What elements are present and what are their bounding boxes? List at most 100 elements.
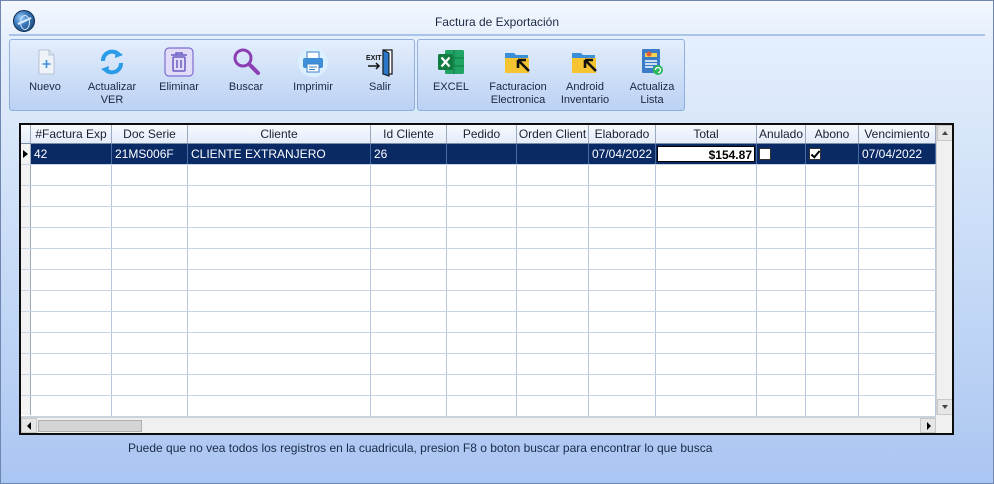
empty-cell[interactable] bbox=[371, 312, 447, 332]
empty-cell[interactable] bbox=[517, 375, 589, 395]
nuevo-button[interactable]: Nuevo bbox=[12, 44, 78, 108]
empty-cell[interactable] bbox=[447, 249, 517, 269]
col-header-pedido[interactable]: Pedido bbox=[447, 125, 517, 143]
empty-cell[interactable] bbox=[112, 354, 188, 374]
empty-cell[interactable] bbox=[112, 312, 188, 332]
cell-vencimiento[interactable]: 07/04/2022 bbox=[859, 144, 936, 164]
table-row[interactable] bbox=[31, 354, 936, 375]
col-header-total[interactable]: Total bbox=[656, 125, 757, 143]
empty-cell[interactable] bbox=[859, 186, 936, 206]
empty-cell[interactable] bbox=[656, 291, 757, 311]
empty-cell[interactable] bbox=[656, 396, 757, 416]
empty-cell[interactable] bbox=[859, 249, 936, 269]
empty-cell[interactable] bbox=[656, 354, 757, 374]
empty-cell[interactable] bbox=[517, 291, 589, 311]
scroll-up-icon[interactable] bbox=[937, 125, 952, 141]
cell-orden-client[interactable] bbox=[517, 144, 589, 164]
empty-cell[interactable] bbox=[447, 207, 517, 227]
empty-cell[interactable] bbox=[589, 291, 656, 311]
empty-cell[interactable] bbox=[859, 333, 936, 353]
empty-cell[interactable] bbox=[31, 207, 112, 227]
empty-cell[interactable] bbox=[31, 354, 112, 374]
empty-cell[interactable] bbox=[859, 270, 936, 290]
empty-cell[interactable] bbox=[859, 228, 936, 248]
total-value[interactable]: $154.87 bbox=[657, 146, 755, 162]
empty-cell[interactable] bbox=[806, 165, 859, 185]
cell-factura-exp[interactable]: 42 bbox=[31, 144, 112, 164]
empty-cell[interactable] bbox=[371, 354, 447, 374]
empty-cell[interactable] bbox=[806, 270, 859, 290]
facturacion-electronica-button[interactable]: Facturacion Electronica bbox=[485, 44, 551, 108]
empty-cell[interactable] bbox=[589, 354, 656, 374]
horizontal-scroll-thumb[interactable] bbox=[38, 420, 142, 432]
empty-cell[interactable] bbox=[806, 333, 859, 353]
empty-cell[interactable] bbox=[656, 333, 757, 353]
empty-cell[interactable] bbox=[656, 270, 757, 290]
empty-cell[interactable] bbox=[589, 165, 656, 185]
empty-cell[interactable] bbox=[757, 228, 806, 248]
cell-abono[interactable] bbox=[806, 144, 859, 164]
actualizar-ver-button[interactable]: Actualizar VER bbox=[79, 44, 145, 108]
empty-cell[interactable] bbox=[517, 396, 589, 416]
empty-cell[interactable] bbox=[371, 228, 447, 248]
empty-cell[interactable] bbox=[757, 207, 806, 227]
empty-cell[interactable] bbox=[31, 249, 112, 269]
empty-cell[interactable] bbox=[188, 249, 371, 269]
empty-cell[interactable] bbox=[589, 333, 656, 353]
empty-cell[interactable] bbox=[31, 165, 112, 185]
empty-cell[interactable] bbox=[589, 396, 656, 416]
table-row[interactable] bbox=[31, 312, 936, 333]
empty-cell[interactable] bbox=[806, 186, 859, 206]
cell-id-cliente[interactable]: 26 bbox=[371, 144, 447, 164]
empty-cell[interactable] bbox=[517, 333, 589, 353]
empty-cell[interactable] bbox=[31, 270, 112, 290]
empty-cell[interactable] bbox=[112, 228, 188, 248]
cell-total[interactable]: $154.87 bbox=[656, 144, 757, 164]
cell-elaborado[interactable]: 07/04/2022 bbox=[589, 144, 656, 164]
col-header-elaborado[interactable]: Elaborado bbox=[589, 125, 656, 143]
empty-cell[interactable] bbox=[757, 165, 806, 185]
empty-cell[interactable] bbox=[656, 207, 757, 227]
empty-cell[interactable] bbox=[31, 291, 112, 311]
empty-cell[interactable] bbox=[859, 312, 936, 332]
empty-cell[interactable] bbox=[188, 228, 371, 248]
empty-cell[interactable] bbox=[447, 396, 517, 416]
empty-cell[interactable] bbox=[31, 312, 112, 332]
table-row[interactable] bbox=[31, 186, 936, 207]
empty-cell[interactable] bbox=[806, 312, 859, 332]
table-row[interactable] bbox=[31, 165, 936, 186]
empty-cell[interactable] bbox=[188, 207, 371, 227]
empty-cell[interactable] bbox=[112, 165, 188, 185]
empty-cell[interactable] bbox=[371, 396, 447, 416]
table-row[interactable] bbox=[31, 207, 936, 228]
salir-button[interactable]: EXIT Salir bbox=[347, 44, 413, 108]
anulado-checkbox[interactable] bbox=[759, 148, 771, 160]
empty-cell[interactable] bbox=[589, 207, 656, 227]
excel-button[interactable]: EXCEL bbox=[418, 44, 484, 108]
empty-cell[interactable] bbox=[806, 228, 859, 248]
empty-cell[interactable] bbox=[112, 270, 188, 290]
empty-cell[interactable] bbox=[656, 165, 757, 185]
empty-cell[interactable] bbox=[757, 249, 806, 269]
table-row[interactable] bbox=[31, 291, 936, 312]
empty-cell[interactable] bbox=[859, 354, 936, 374]
table-row[interactable] bbox=[31, 228, 936, 249]
horizontal-scrollbar[interactable] bbox=[21, 417, 936, 433]
empty-cell[interactable] bbox=[859, 165, 936, 185]
empty-cell[interactable] bbox=[517, 249, 589, 269]
empty-cell[interactable] bbox=[371, 186, 447, 206]
cell-pedido[interactable] bbox=[447, 144, 517, 164]
table-row[interactable]: 42 21MS006F CLIENTE EXTRANJERO 26 07/04/… bbox=[31, 144, 936, 165]
empty-cell[interactable] bbox=[447, 186, 517, 206]
empty-cell[interactable] bbox=[806, 249, 859, 269]
empty-cell[interactable] bbox=[371, 249, 447, 269]
empty-cell[interactable] bbox=[447, 291, 517, 311]
empty-cell[interactable] bbox=[31, 375, 112, 395]
android-inventario-button[interactable]: Android Inventario bbox=[552, 44, 618, 108]
empty-cell[interactable] bbox=[656, 228, 757, 248]
empty-cell[interactable] bbox=[371, 207, 447, 227]
col-header-orden-client[interactable]: Orden Client bbox=[517, 125, 589, 143]
col-header-abono[interactable]: Abono bbox=[806, 125, 859, 143]
col-header-doc-serie[interactable]: Doc Serie bbox=[112, 125, 188, 143]
empty-cell[interactable] bbox=[806, 291, 859, 311]
